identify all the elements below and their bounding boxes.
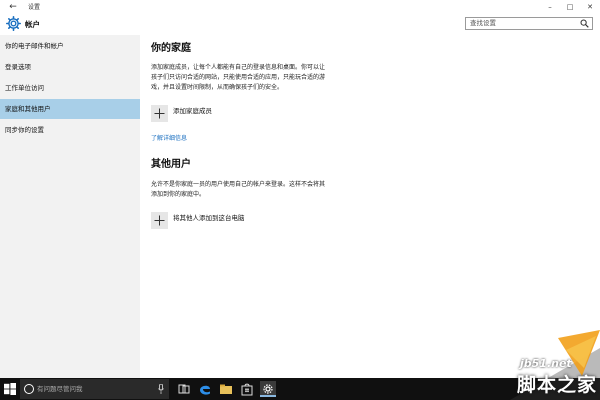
watermark-brand: 脚本之家 xyxy=(517,374,598,396)
file-explorer-icon[interactable] xyxy=(218,381,234,397)
other-users-heading: 其他用户 xyxy=(151,159,191,170)
page-header: 帐户 查找设置 xyxy=(0,15,600,35)
sidebar-item-family-other-users[interactable]: 家庭和其他用户 xyxy=(0,99,140,119)
add-other-user-label: 将其他人添加到这台电脑 xyxy=(173,214,245,222)
other-users-description-line: 允许不是你家庭一员的用户使用自己的帐户来登录。这样不会将其 xyxy=(151,181,326,188)
cortana-icon xyxy=(24,384,34,394)
family-description: 添加家庭成员，让每个人都能有自己的登录信息和桌面。你可以让 孩子们只访问合适的网… xyxy=(151,63,356,93)
search-placeholder: 查找设置 xyxy=(470,19,496,27)
cortana-placeholder: 有问题尽管问我 xyxy=(37,385,83,393)
main-content: 你的家庭 添加家庭成员，让每个人都能有自己的登录信息和桌面。你可以让 孩子们只访… xyxy=(140,35,600,378)
watermark-domain: jb51.net xyxy=(520,357,572,370)
sidebar-item-email-accounts[interactable]: 你的电子邮件和帐户 xyxy=(0,36,140,56)
maximize-button[interactable]: □ xyxy=(561,1,579,14)
learn-more-link[interactable]: 了解详细信息 xyxy=(151,134,187,144)
windows-start-icon[interactable] xyxy=(4,383,16,395)
family-heading: 你的家庭 xyxy=(151,43,191,54)
store-icon[interactable] xyxy=(239,381,255,397)
other-users-description: 允许不是你家庭一员的用户使用自己的帐户来登录。这样不会将其 添加到你的家庭中。 xyxy=(151,180,356,200)
window-titlebar: ← 设置 – □ ✕ xyxy=(0,0,600,15)
minimize-button[interactable]: – xyxy=(541,1,559,14)
cortana-search-box[interactable]: 有问题尽管问我 xyxy=(20,379,169,399)
plus-icon xyxy=(151,105,168,122)
close-button[interactable]: ✕ xyxy=(581,1,599,14)
search-icon xyxy=(580,19,589,28)
window-title: 设置 xyxy=(28,4,41,11)
page-title: 帐户 xyxy=(25,20,40,29)
gear-icon xyxy=(6,16,21,31)
family-description-line: 孩子们只访问合适的网站，只能使用合适的应用，只能玩合适的游 xyxy=(151,74,326,81)
back-arrow-icon[interactable]: ← xyxy=(6,1,20,14)
task-view-icon[interactable] xyxy=(176,381,192,397)
microphone-icon[interactable] xyxy=(158,384,164,394)
settings-icon[interactable] xyxy=(260,381,276,397)
add-family-member-label: 添加家庭成员 xyxy=(173,107,212,115)
sidebar-item-work-access[interactable]: 工作单位访问 xyxy=(0,78,140,98)
edge-browser-icon[interactable] xyxy=(197,381,213,397)
sidebar: 你的电子邮件和帐户 登录选项 工作单位访问 家庭和其他用户 同步你的设置 xyxy=(0,35,140,378)
plus-icon xyxy=(151,212,168,229)
search-input[interactable]: 查找设置 xyxy=(465,17,593,30)
family-description-line: 添加家庭成员，让每个人都能有自己的登录信息和桌面。你可以让 xyxy=(151,64,326,71)
sidebar-item-sync-settings[interactable]: 同步你的设置 xyxy=(0,120,140,140)
sidebar-item-sign-in-options[interactable]: 登录选项 xyxy=(0,57,140,77)
other-users-description-line: 添加到你的家庭中。 xyxy=(151,191,206,198)
family-description-line: 戏，并且设置时间限制，从而确保孩子们的安全。 xyxy=(151,84,284,91)
